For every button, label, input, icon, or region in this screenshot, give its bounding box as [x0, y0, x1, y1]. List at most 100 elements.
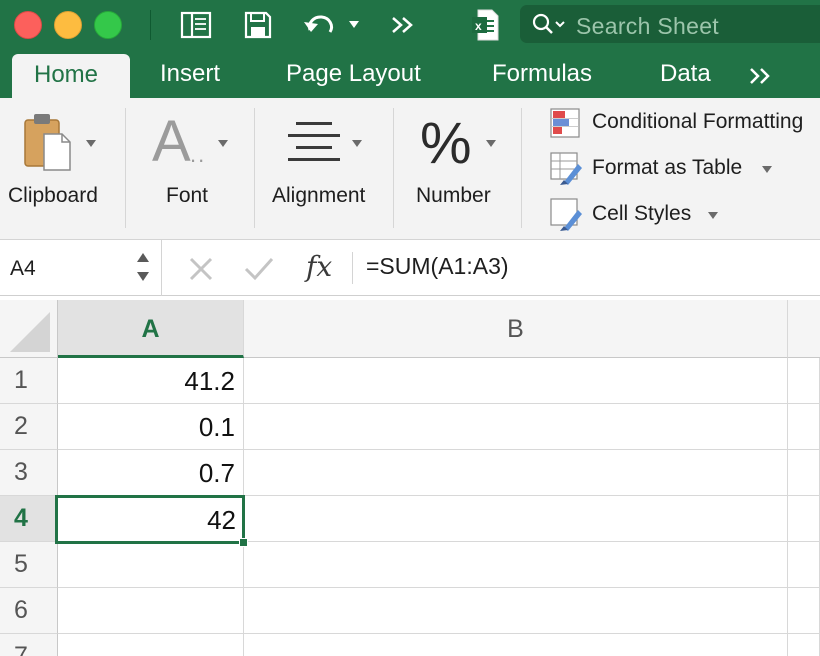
- minimize-window-button[interactable]: [54, 11, 82, 39]
- font-icon: A: [152, 109, 191, 174]
- confirm-entry-icon[interactable]: [244, 256, 274, 282]
- cell-c7[interactable]: [788, 634, 820, 656]
- cell-a7[interactable]: [58, 634, 244, 656]
- tab-home-label: Home: [34, 61, 99, 88]
- cancel-entry-icon[interactable]: [188, 256, 214, 282]
- clipboard-label: Clipboard: [8, 184, 98, 207]
- insert-function-icon[interactable]: fx: [306, 250, 332, 283]
- number-label: Number: [416, 184, 491, 207]
- format-as-table-icon: [550, 152, 582, 185]
- format-as-table-label: Format as Table: [592, 156, 743, 179]
- title-bar: x Search Sheet: [0, 0, 820, 50]
- cell-b4[interactable]: [244, 496, 788, 542]
- name-box-stepper-icon[interactable]: [136, 250, 150, 286]
- cell-styles-dropdown-chevron-icon: [708, 212, 718, 219]
- row-header-1[interactable]: 1: [0, 358, 58, 404]
- tab-page-layout[interactable]: Page Layout: [286, 60, 421, 88]
- cell-a2[interactable]: 0.1: [58, 404, 244, 450]
- row-header-5[interactable]: 5: [0, 542, 58, 588]
- cell-c2[interactable]: [788, 404, 820, 450]
- clipboard-icon: [24, 114, 71, 171]
- ribbon-divider: [521, 108, 522, 228]
- select-all-button[interactable]: [0, 300, 58, 358]
- undo-dropdown-chevron-icon[interactable]: [348, 20, 360, 30]
- row-header-label: 1: [14, 366, 28, 394]
- format-as-table-button[interactable]: Format as Table: [548, 152, 778, 188]
- cell-a4-active[interactable]: 42: [55, 495, 245, 544]
- cell-b1[interactable]: [244, 358, 788, 404]
- tab-home[interactable]: Home: [12, 54, 130, 99]
- conditional-formatting-button[interactable]: Conditional Formatting: [548, 106, 820, 142]
- number-dropdown-chevron-icon: [486, 140, 496, 147]
- cell-b7[interactable]: [244, 634, 788, 656]
- cell-c4[interactable]: [788, 496, 820, 542]
- tab-data[interactable]: Data: [660, 60, 711, 88]
- cell-value: 0.7: [198, 458, 235, 488]
- alignment-dropdown-chevron-icon: [352, 140, 362, 147]
- formula-divider: [352, 252, 353, 284]
- sidebar-icon[interactable]: [180, 10, 212, 40]
- ribbon-home: Clipboard A .. Font Alignment % Number C…: [0, 98, 820, 240]
- row-header-label: 2: [14, 412, 28, 440]
- row-header-3[interactable]: 3: [0, 450, 58, 496]
- save-icon[interactable]: [243, 10, 273, 40]
- more-commands-icon[interactable]: [390, 10, 416, 40]
- undo-icon[interactable]: [302, 10, 338, 40]
- alignment-group[interactable]: Alignment: [256, 98, 392, 238]
- font-label: Font: [166, 184, 209, 207]
- ribbon-divider: [254, 108, 255, 228]
- column-header-b[interactable]: B: [244, 300, 788, 358]
- cell-c3[interactable]: [788, 450, 820, 496]
- cell-styles-label: Cell Styles: [592, 202, 692, 225]
- search-sheet-field[interactable]: Search Sheet: [520, 5, 820, 43]
- cell-a1[interactable]: 41.2: [58, 358, 244, 404]
- select-all-triangle-icon: [10, 312, 50, 352]
- formula-input[interactable]: =SUM(A1:A3): [366, 253, 509, 280]
- row-header-label: 4: [14, 504, 28, 532]
- clipboard-dropdown-chevron-icon: [86, 140, 96, 147]
- row-header-label: 3: [14, 458, 28, 486]
- font-dropdown-chevron-icon: [218, 140, 228, 147]
- row-header-7[interactable]: 7: [0, 634, 58, 656]
- search-icon: [532, 13, 565, 34]
- number-group[interactable]: % Number: [394, 98, 520, 238]
- cell-c1[interactable]: [788, 358, 820, 404]
- row-header-6[interactable]: 6: [0, 588, 58, 634]
- formula-bar: A4 fx =SUM(A1:A3): [0, 240, 820, 296]
- row-header-4[interactable]: 4: [0, 496, 58, 542]
- font-icon-dots: ..: [190, 142, 207, 167]
- cell-value: 42: [207, 505, 236, 535]
- row-header-label: 7: [14, 642, 28, 656]
- name-box-value: A4: [10, 257, 36, 280]
- close-window-button[interactable]: [14, 11, 42, 39]
- worksheet-grid: A B 1 2 3 4 5 6 7 41.2 0.1 0.7 42: [0, 296, 820, 656]
- cell-b5[interactable]: [244, 542, 788, 588]
- font-group[interactable]: A .. Font: [126, 98, 252, 238]
- row-header-label: 5: [14, 550, 28, 578]
- cell-styles-button[interactable]: Cell Styles: [548, 198, 728, 234]
- cell-b3[interactable]: [244, 450, 788, 496]
- tab-insert[interactable]: Insert: [160, 60, 220, 88]
- column-header-c[interactable]: [788, 300, 820, 358]
- excel-file-icon: x: [472, 9, 499, 41]
- cell-b6[interactable]: [244, 588, 788, 634]
- cell-a5[interactable]: [58, 542, 244, 588]
- cell-a3[interactable]: 0.7: [58, 450, 244, 496]
- tab-formulas[interactable]: Formulas: [492, 60, 592, 88]
- cell-c6[interactable]: [788, 588, 820, 634]
- fill-handle[interactable]: [239, 538, 248, 547]
- column-header-a-label: A: [141, 315, 160, 343]
- cell-c5[interactable]: [788, 542, 820, 588]
- clipboard-group[interactable]: Clipboard: [0, 98, 124, 238]
- name-box[interactable]: A4: [0, 240, 162, 296]
- cell-b2[interactable]: [244, 404, 788, 450]
- more-tabs-chevron-icon[interactable]: [748, 66, 774, 86]
- svg-text:x: x: [475, 19, 482, 33]
- cell-a6[interactable]: [58, 588, 244, 634]
- cell-value: 0.1: [198, 412, 235, 442]
- cell-styles-icon: [550, 198, 582, 231]
- column-header-a[interactable]: A: [58, 300, 244, 358]
- ribbon-tabs: Home Insert Page Layout Formulas Data: [0, 50, 820, 99]
- zoom-window-button[interactable]: [94, 11, 122, 39]
- row-header-2[interactable]: 2: [0, 404, 58, 450]
